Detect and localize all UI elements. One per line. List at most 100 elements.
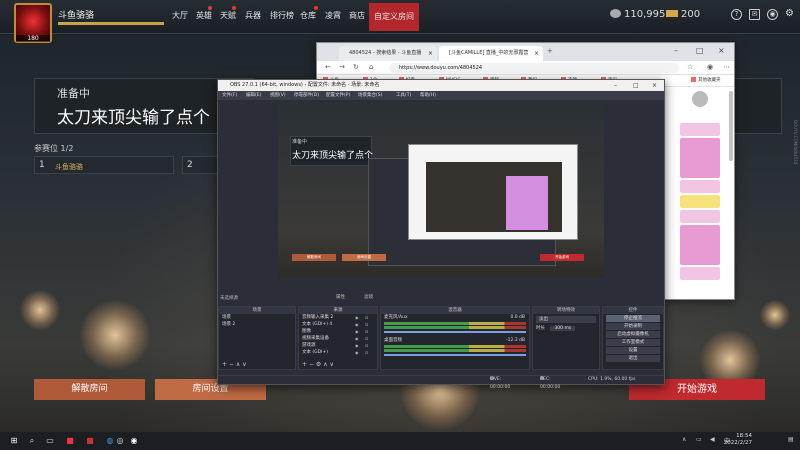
eye-icon[interactable]: ◉	[355, 321, 359, 328]
volume-slider[interactable]	[384, 354, 526, 356]
source-item[interactable]: 文本 (GDI+) 4 ◉ ⊡	[299, 321, 377, 328]
disband-room-button[interactable]: 解散房间	[34, 379, 145, 400]
add-icon[interactable]: +	[302, 361, 307, 368]
more-icon[interactable]: ⋯	[723, 63, 730, 71]
nav-weapons[interactable]: 兵器	[245, 10, 261, 21]
seat-slot-2[interactable]: 2	[182, 156, 218, 174]
obs-icon[interactable]: ◉	[128, 435, 140, 447]
source-item[interactable]: 音频输入采集 2 ◉ ⊡	[299, 314, 377, 321]
taskbar-clock[interactable]: 18:54 2022/2/27	[724, 433, 752, 447]
gift-banner[interactable]	[680, 267, 720, 280]
maximize-icon[interactable]: □	[633, 80, 639, 91]
nav-lingxiao[interactable]: 凌霄	[325, 10, 341, 21]
eye-icon[interactable]: ◉	[355, 349, 359, 356]
maximize-icon[interactable]: □	[696, 46, 704, 55]
close-icon[interactable]: ×	[428, 46, 433, 61]
source-item[interactable]: 游戏源 ◉ ⊡	[299, 342, 377, 349]
menu-help[interactable]: 帮助(H)	[420, 92, 436, 98]
down-icon[interactable]: ∨	[330, 361, 334, 368]
nav-talents[interactable]: 天赋	[220, 10, 236, 21]
eye-icon[interactable]: ◉	[355, 314, 359, 321]
gift-banner[interactable]	[680, 123, 720, 136]
source-item[interactable]: 图像 ◉ ⊡	[299, 328, 377, 335]
question-icon[interactable]: ?	[731, 9, 742, 20]
scene-item[interactable]: 场景 2	[219, 321, 295, 328]
browser-tab-active[interactable]: [斗鱼CAMILLE] 直播_中的无邪露营 ×	[439, 46, 543, 61]
gift-banner[interactable]	[680, 138, 720, 178]
forward-icon[interactable]: →	[339, 63, 345, 71]
start-virtual-camera-button[interactable]: 启动虚拟摄像机	[606, 331, 660, 338]
avatar[interactable]	[692, 91, 708, 107]
transition-select[interactable]: 淡出	[536, 316, 596, 323]
exit-button[interactable]: 退出	[606, 355, 660, 362]
volume-icon[interactable]: ◀	[710, 436, 715, 443]
settings-button[interactable]: 设置	[606, 347, 660, 354]
menu-docks[interactable]: 停靠部件(D)	[294, 92, 319, 98]
nav-lobby[interactable]: 大厅	[172, 10, 188, 21]
menu-file[interactable]: 文件(F)	[222, 92, 237, 98]
nav-heroes[interactable]: 英雄	[196, 10, 212, 21]
new-tab-icon[interactable]: +	[547, 47, 553, 55]
search-icon[interactable]: ⌕	[26, 435, 38, 447]
filters-button[interactable]: 滤镜	[364, 294, 373, 300]
duration-input[interactable]: 300 ms	[550, 326, 576, 331]
lock-icon[interactable]: ⊡	[365, 321, 368, 328]
avatar[interactable]: 180	[14, 3, 52, 43]
lock-icon[interactable]: ⊡	[365, 314, 368, 321]
profile-icon[interactable]: ◉	[707, 63, 713, 71]
windows-start-icon[interactable]: ⊞	[8, 435, 20, 447]
reload-icon[interactable]: ↻	[353, 63, 359, 71]
eye-icon[interactable]: ◉	[355, 335, 359, 342]
lock-icon[interactable]: ⊡	[365, 349, 368, 356]
app-icon-douyu[interactable]: ■	[64, 435, 76, 447]
eye-icon[interactable]: ◉	[355, 342, 359, 349]
home-icon[interactable]: ⌂	[369, 63, 373, 71]
minimize-icon[interactable]: –	[614, 80, 617, 91]
address-bar[interactable]: https://www.douyu.com/4804524	[389, 63, 679, 73]
minimize-icon[interactable]: –	[674, 46, 678, 55]
up-icon[interactable]: ∧	[236, 361, 240, 368]
up-icon[interactable]: ∧	[323, 361, 327, 368]
task-view-icon[interactable]: ▭	[44, 435, 56, 447]
gift-banner[interactable]	[680, 225, 720, 265]
lock-icon[interactable]: ⊡	[365, 328, 368, 335]
notifications-icon[interactable]: ▤	[788, 436, 794, 443]
studio-mode-button[interactable]: 工作室模式	[606, 339, 660, 346]
network-icon[interactable]: ▭	[696, 436, 702, 443]
nav-shop[interactable]: 商店	[349, 10, 365, 21]
nav-leaderboard[interactable]: 排行榜	[270, 10, 294, 21]
seat-slot-1[interactable]: 1 斗鱼骆骆	[34, 156, 174, 174]
bookmark-folder[interactable]: 其他收藏夹	[691, 77, 721, 83]
menu-profile[interactable]: 配置文件(P)	[326, 92, 350, 98]
gear-icon[interactable]: ⚙	[316, 361, 321, 368]
nav-storage[interactable]: 仓库	[300, 10, 316, 21]
gift-banner[interactable]	[680, 210, 720, 223]
tray-chevron-icon[interactable]: ∧	[682, 436, 686, 443]
gift-banner[interactable]	[680, 180, 720, 193]
remove-icon[interactable]: −	[309, 361, 314, 368]
gift-banner[interactable]	[680, 195, 720, 208]
down-icon[interactable]: ∨	[242, 361, 246, 368]
browser-tab[interactable]: 4804524 - 搜索结果 - 斗鱼直播 ×	[339, 46, 437, 61]
eye-icon[interactable]: ◉	[355, 328, 359, 335]
lock-icon[interactable]: ⊡	[365, 335, 368, 342]
menu-tools[interactable]: 工具(T)	[396, 92, 411, 98]
stop-streaming-button[interactable]: 停止推流	[606, 315, 660, 322]
remove-icon[interactable]: −	[229, 361, 234, 368]
lock-icon[interactable]: ⊡	[365, 342, 368, 349]
scrollbar[interactable]	[729, 91, 733, 161]
close-window-icon[interactable]: ×	[718, 46, 725, 55]
close-icon[interactable]: ×	[534, 46, 539, 61]
chrome-icon[interactable]: ◎	[114, 435, 126, 447]
mail-icon[interactable]: ✉	[749, 9, 760, 20]
profile-icon[interactable]: ◉	[767, 9, 778, 20]
settings-icon[interactable]: ⚙	[784, 9, 795, 20]
source-item[interactable]: 文本 (GDI+) ◉ ⊡	[299, 349, 377, 356]
properties-button[interactable]: 属性	[336, 294, 345, 300]
menu-scene-collection[interactable]: 场景集合(S)	[358, 92, 382, 98]
scene-item[interactable]: 场景	[219, 314, 295, 321]
volume-slider[interactable]	[384, 331, 526, 333]
menu-edit[interactable]: 编辑(E)	[246, 92, 261, 98]
app-icon-game[interactable]: ■	[84, 435, 96, 447]
add-icon[interactable]: +	[222, 361, 227, 368]
